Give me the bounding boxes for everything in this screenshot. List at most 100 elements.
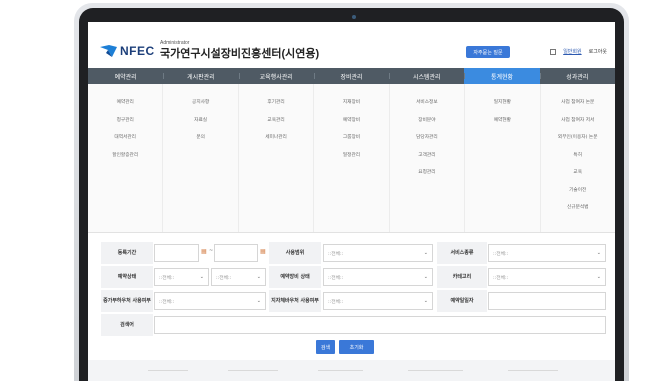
menu-link[interactable]: 자료실 xyxy=(194,118,207,124)
use-range-select[interactable]: ::전체:: ⌄ xyxy=(323,244,433,262)
search-button[interactable]: 검색 xyxy=(316,340,335,354)
menu-column: 예약관리 청구관리 대역서관리 할인할증관리 xyxy=(88,84,164,232)
chevron-down-icon: ⌄ xyxy=(256,298,261,304)
menu-link[interactable]: 지재장비 xyxy=(343,100,360,106)
keyword-label: 검색어 xyxy=(101,314,153,336)
calendar-icon[interactable]: ▦ xyxy=(201,248,207,255)
chevron-down-icon: ⌄ xyxy=(199,274,204,280)
menu-link[interactable]: 예약현황 xyxy=(494,118,511,124)
menu-link[interactable]: 대역서관리 xyxy=(114,135,136,141)
menu-link[interactable]: 할인할증관리 xyxy=(112,153,138,159)
extra-fee-select[interactable]: ::전체:: ⌄ xyxy=(154,292,266,310)
menu-link[interactable]: 기술이전 xyxy=(569,188,586,194)
chevron-down-icon: ⌄ xyxy=(256,274,261,280)
nfec-logo-icon xyxy=(100,45,117,57)
equipment-status-select[interactable]: ::전체:: ⌄ xyxy=(323,268,433,286)
range-separator: ~ xyxy=(209,248,214,254)
menu-link[interactable]: 청구관리 xyxy=(117,118,134,124)
menu-link[interactable]: 예약관리 xyxy=(117,100,134,106)
menu-link[interactable]: 신규분석법 xyxy=(567,205,589,211)
voucher-select[interactable]: ::전체:: ⌄ xyxy=(323,292,433,310)
chevron-down-icon: ⌄ xyxy=(423,298,428,304)
main-nav: 예약관리 게시판관리 교육행사관리 장비관리 시스템관리 통계현황 성과관리 xyxy=(88,68,615,84)
nav-item[interactable]: 시스템관리 xyxy=(389,68,464,84)
form-row: 검색어 xyxy=(101,314,606,336)
result-placeholder-line xyxy=(318,370,363,371)
select-value: ::전체:: xyxy=(493,251,509,257)
menu-link[interactable]: 문의 xyxy=(196,135,205,141)
nav-item[interactable]: 교육행사관리 xyxy=(238,68,314,84)
reservation-status-sub-select[interactable]: ::전체:: ⌄ xyxy=(211,268,266,286)
form-buttons: 검색 초기화 xyxy=(316,340,374,354)
page-title: 국가연구시설장비진흥센터(시연용) xyxy=(160,48,320,60)
menu-link[interactable]: 외부인(이용자) 논문 xyxy=(558,135,598,141)
chevron-down-icon: ⌄ xyxy=(596,250,601,256)
logo[interactable]: NFEC xyxy=(100,44,155,58)
menu-link[interactable]: 사업 참여자 저서 xyxy=(561,118,594,124)
menu-link[interactable]: 세미나관리 xyxy=(265,135,287,141)
select-value: ::전체:: xyxy=(328,299,344,305)
start-date-input[interactable] xyxy=(154,244,199,262)
select-value: ::전체:: xyxy=(216,275,232,281)
reservation-status-select[interactable]: ::전체:: ⌄ xyxy=(154,268,209,286)
form-row: 등록기간 ▦ ~ ▦ 사용범위 ::전체:: ⌄ 서비스종류 ::전체:: ⌄ xyxy=(101,242,606,264)
result-placeholder-line xyxy=(148,370,188,371)
nav-item[interactable]: 장비관리 xyxy=(313,68,389,84)
logout-link[interactable]: 로그아웃 xyxy=(589,48,607,55)
category-label: 카테고리 xyxy=(437,266,487,288)
menu-link[interactable]: 그룹장비 xyxy=(343,135,360,141)
menu-link[interactable]: 고객관리 xyxy=(418,153,435,159)
search-form: 등록기간 ▦ ~ ▦ 사용범위 ::전체:: ⌄ 서비스종류 ::전체:: ⌄ 예약… xyxy=(101,242,606,338)
menu-link[interactable]: 서비스정보 xyxy=(416,100,438,106)
menu-link[interactable]: 일정관리 xyxy=(343,153,360,159)
header-user-links: 일반회원 로그아웃 xyxy=(550,48,607,55)
menu-link[interactable]: 후기관리 xyxy=(267,100,284,106)
menu-link[interactable]: 일지현황 xyxy=(494,100,511,106)
faq-button[interactable]: 자주묻는 질문 xyxy=(466,46,510,58)
chevron-down-icon: ⌄ xyxy=(423,250,428,256)
category-select[interactable]: ::전체:: ⌄ xyxy=(488,268,606,286)
reset-button[interactable]: 초기화 xyxy=(339,340,374,354)
menu-link[interactable]: 사업 참여자 논문 xyxy=(561,100,594,106)
nav-item[interactable]: 성과관리 xyxy=(539,68,615,84)
brand-text: NFEC xyxy=(120,44,155,58)
nav-item[interactable]: 게시판관리 xyxy=(163,68,238,84)
voucher-label: 지자체바우처 사용여부 xyxy=(269,290,321,312)
menu-column: 후기관리 교육관리 세미나관리 xyxy=(239,84,315,232)
app-screen: NFEC Administrator 국가연구시설장비진흥센터(시연용) 자주묻… xyxy=(88,22,615,381)
result-placeholder-line xyxy=(508,370,558,371)
select-value: ::전체:: xyxy=(493,275,509,281)
reservation-status-label: 예약상태 xyxy=(101,266,153,288)
menu-column: 공지사항 자료실 문의 xyxy=(163,84,239,232)
menu-column: 사업 참여자 논문 사업 참여자 저서 외부인(이용자) 논문 특허 교육 기술… xyxy=(541,84,615,232)
menu-link[interactable]: 교육관리 xyxy=(267,118,284,124)
form-row: 증가부하우처 사용여부 ::전체:: ⌄ 지자체바우처 사용여부 ::전체:: ⌄ … xyxy=(101,290,606,312)
results-area xyxy=(88,360,615,381)
menu-link[interactable]: 공지사항 xyxy=(192,100,209,106)
service-type-label: 서비스종류 xyxy=(437,242,487,264)
menu-link[interactable]: 교육 xyxy=(573,170,582,176)
chevron-down-icon: ⌄ xyxy=(423,274,428,280)
menu-link[interactable]: 장비분야 xyxy=(418,118,435,124)
menu-link[interactable]: 예약장비 xyxy=(343,118,360,124)
nav-item-active[interactable]: 통계현황 xyxy=(464,68,540,84)
calendar-icon[interactable]: ▦ xyxy=(260,248,266,255)
menu-column: 서비스정보 장비분야 담당자관리 고객관리 요청관리 xyxy=(390,84,466,232)
select-value: ::전체:: xyxy=(328,275,344,281)
select-value: ::전체:: xyxy=(159,299,175,305)
extra-fee-label: 증가부하우처 사용여부 xyxy=(101,290,153,312)
select-value: ::전체:: xyxy=(328,251,344,257)
menu-link[interactable]: 특허 xyxy=(573,153,582,159)
nav-item[interactable]: 예약관리 xyxy=(88,68,163,84)
menu-link[interactable]: 요청관리 xyxy=(418,170,435,176)
service-type-select[interactable]: ::전체:: ⌄ xyxy=(488,244,606,262)
member-link[interactable]: 일반회원 xyxy=(563,48,581,55)
end-date-input[interactable] xyxy=(214,244,258,262)
form-row: 예약상태 ::전체:: ⌄ ::전체:: ⌄ 예약장비 상태 ::전체:: ⌄ 카테고… xyxy=(101,266,606,288)
keyword-input[interactable] xyxy=(154,316,606,334)
reservation-date-input[interactable] xyxy=(488,292,606,310)
mega-menu: 예약관리 청구관리 대역서관리 할인할증관리 공지사항 자료실 문의 후기관리 … xyxy=(88,84,615,233)
menu-link[interactable]: 담당자관리 xyxy=(416,135,438,141)
reg-period-label: 등록기간 xyxy=(101,242,153,264)
user-icon xyxy=(550,48,557,55)
